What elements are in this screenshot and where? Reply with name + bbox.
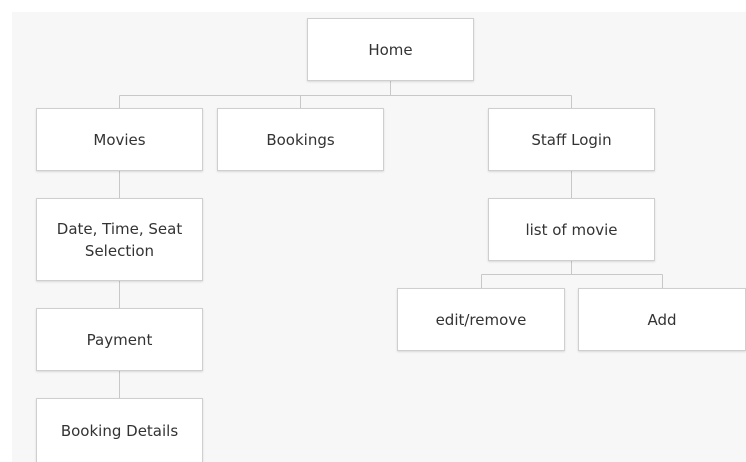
node-home-label: Home	[368, 40, 413, 59]
node-add-label: Add	[647, 310, 677, 329]
node-home: Home	[307, 18, 474, 81]
node-bookings: Bookings	[217, 108, 384, 171]
node-date-time-seat-selection-label: Date, Time, Seat Selection	[56, 219, 183, 260]
node-movies-label: Movies	[93, 130, 146, 149]
node-list-of-movie: list of movie	[488, 198, 655, 261]
node-add: Add	[578, 288, 746, 351]
node-date-time-seat-selection: Date, Time, Seat Selection	[36, 198, 203, 281]
node-edit-remove: edit/remove	[397, 288, 565, 351]
node-booking-details: Booking Details	[36, 398, 203, 462]
node-booking-details-label: Booking Details	[60, 421, 179, 440]
node-payment: Payment	[36, 308, 203, 371]
node-bookings-label: Bookings	[266, 130, 335, 149]
node-edit-remove-label: edit/remove	[435, 310, 527, 329]
node-payment-label: Payment	[86, 330, 153, 349]
node-movies: Movies	[36, 108, 203, 171]
node-staff-login: Staff Login	[488, 108, 655, 171]
site-map-diagram: Home Movies Bookings Staff Login Date, T…	[0, 0, 746, 462]
node-staff-login-label: Staff Login	[531, 130, 612, 149]
node-list-of-movie-label: list of movie	[525, 220, 618, 239]
